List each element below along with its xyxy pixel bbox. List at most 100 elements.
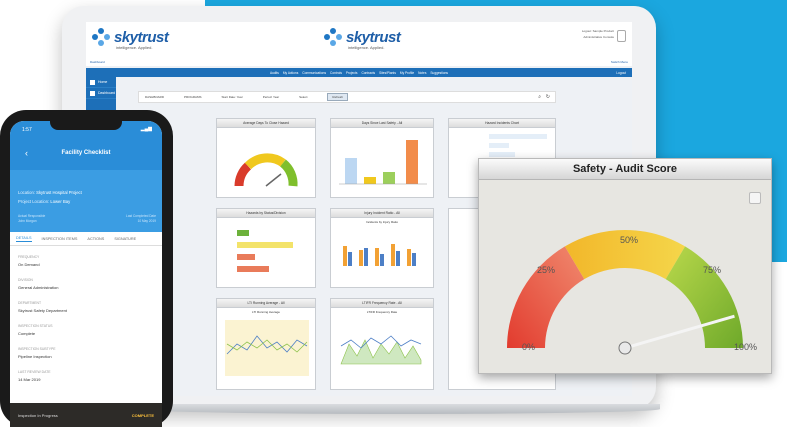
nav-item[interactable]: Projects bbox=[346, 71, 358, 75]
panel-title: Hazards by Status/Division bbox=[217, 209, 315, 218]
sidebar-item-home[interactable]: Home bbox=[86, 77, 116, 88]
gauge-label: 25% bbox=[537, 265, 555, 275]
field-review-date: LAST REVIEW DATE 14 Mar 2019 bbox=[18, 370, 50, 382]
responsible-block: Actual Responsible John Morgan bbox=[18, 214, 45, 224]
nav-item[interactable]: Audits bbox=[270, 71, 279, 75]
dashboard-icon bbox=[90, 90, 95, 96]
panel-hazards-by-status: Hazards by Status/Division bbox=[216, 208, 316, 288]
lti-line-chart bbox=[225, 320, 309, 376]
field-frequency: FREQUENCY On Demand bbox=[18, 255, 40, 267]
gauge-label: 75% bbox=[703, 265, 721, 275]
panel-title: Hazard Incidents Chart bbox=[449, 119, 555, 128]
mini-gauge-chart bbox=[234, 153, 298, 187]
gauge-label: 100% bbox=[734, 342, 757, 352]
nav-item[interactable]: Notes bbox=[418, 71, 426, 75]
project-value: Lower Bay bbox=[50, 199, 71, 204]
field-subtype: INSPECTION SUBTYPE Pipeline Inspection bbox=[18, 347, 56, 359]
nav-item[interactable]: Suggestions bbox=[430, 71, 448, 75]
hazards-hbar-chart bbox=[237, 230, 293, 272]
phone-header: ‹ Facility Checklist bbox=[10, 136, 162, 170]
field-label: INSPECTION SUBTYPE bbox=[18, 347, 56, 351]
field-label: INSPECTION STATUS bbox=[18, 324, 53, 328]
panel-title: Injury Incident Ratio - All bbox=[331, 209, 433, 218]
phone-notch bbox=[50, 121, 122, 130]
field-department: DEPARTMENT Skytrust Safety Department bbox=[18, 301, 67, 313]
ltifr-area-chart bbox=[340, 335, 422, 365]
filter-select[interactable]: Select bbox=[299, 95, 307, 99]
filter-bar: DASHBOARD PROGRAMS Start Date: Year Peri… bbox=[138, 91, 556, 103]
tab-details[interactable]: DETAILS bbox=[16, 236, 32, 242]
field-label: LAST REVIEW DATE bbox=[18, 370, 51, 374]
brand-name: skytrust bbox=[114, 28, 169, 46]
days-since-bar-chart bbox=[339, 140, 427, 185]
nav-item[interactable]: Communications bbox=[302, 71, 326, 75]
project-label: Project Location: bbox=[18, 199, 50, 204]
field-value: General Administration bbox=[18, 285, 59, 290]
field-label: FREQUENCY bbox=[18, 255, 40, 259]
app-header: skytrust intelligence. Applied. skytrust… bbox=[86, 22, 632, 66]
user-line[interactable]: Administrative Console bbox=[582, 34, 614, 40]
audit-score-title: Safety - Audit Score bbox=[479, 159, 771, 180]
nav-item[interactable]: Controls bbox=[330, 71, 342, 75]
field-value: Pipeline Inspection bbox=[18, 354, 52, 359]
user-info: Logout: Sample Product Administrative Co… bbox=[582, 28, 614, 40]
sidebar-item-label: Home bbox=[98, 80, 108, 84]
logo-mark-icon bbox=[92, 28, 110, 46]
location-value: Skytrust Hospital Project bbox=[36, 190, 82, 195]
field-label: DIVISION bbox=[18, 278, 33, 282]
laptop-base bbox=[140, 404, 660, 414]
phone-frame: 1:57 ▂▄▆ ‹ Facility Checklist Location: … bbox=[0, 110, 173, 427]
completed-value: 10 May 2019 bbox=[137, 219, 156, 223]
panel-title: LTIFR Frequency Rate - All bbox=[331, 299, 433, 308]
audit-score-gauge: 0% 25% 50% 75% 100% bbox=[507, 230, 757, 355]
field-division: DIVISION General Administration bbox=[18, 278, 58, 290]
gauge-label: 0% bbox=[522, 342, 535, 352]
logout-link[interactable]: Logout bbox=[616, 71, 626, 75]
filter-dashboard[interactable]: DASHBOARD bbox=[145, 95, 164, 99]
switch-menu-link[interactable]: Switch Menu bbox=[611, 60, 628, 64]
filter-programs[interactable]: PROGRAMS bbox=[184, 95, 202, 99]
home-icon bbox=[90, 79, 95, 85]
search-icon[interactable]: ⌕ bbox=[538, 94, 541, 100]
responsible-value: John Morgan bbox=[18, 219, 37, 223]
field-status: INSPECTION STATUS Complete bbox=[18, 324, 53, 336]
panel-menu-icon[interactable] bbox=[749, 192, 761, 204]
panel-lti-running: LTI Running Average - All LTI Running Av… bbox=[216, 298, 316, 390]
completed-block: Last Completed Date 10 May 2019 bbox=[126, 214, 156, 224]
complete-button[interactable]: COMPLETE bbox=[132, 413, 154, 418]
gauge-label: 50% bbox=[620, 235, 638, 245]
footer-status: Inspection In Progress bbox=[18, 413, 58, 418]
sidebar-item-label: Dashboard bbox=[98, 91, 116, 95]
filter-period[interactable]: Period: Year bbox=[263, 95, 279, 99]
tab-signature[interactable]: SIGNATURE bbox=[114, 237, 136, 241]
status-time: 1:57 bbox=[22, 127, 32, 133]
nav-item[interactable]: Sites/Plants bbox=[379, 71, 396, 75]
reload-icon[interactable]: ↻ bbox=[546, 94, 550, 100]
logo-mark-icon bbox=[324, 28, 342, 46]
filter-start-date[interactable]: Start Date: Year bbox=[222, 95, 243, 99]
brand-logo-center: skytrust intelligence. Applied. bbox=[324, 28, 401, 50]
tab-inspection-items[interactable]: INSPECTION ITEMS bbox=[42, 237, 78, 241]
lock-icon[interactable] bbox=[617, 30, 626, 42]
phone-screen: 1:57 ▂▄▆ ‹ Facility Checklist Location: … bbox=[10, 121, 162, 427]
panel-title: Average Days To Close Hazard bbox=[217, 119, 315, 128]
gauge-needle-hub bbox=[618, 341, 632, 355]
tab-actions[interactable]: ACTIONS bbox=[87, 237, 104, 241]
field-value: Skytrust Safety Department bbox=[18, 308, 67, 313]
panel-ltifr: LTIFR Frequency Rate - All LTIFR Frequen… bbox=[330, 298, 434, 390]
dashboard-link[interactable]: Dashboard bbox=[90, 60, 105, 64]
panel-injury-ratio: Injury Incident Ratio - All Incidents by… bbox=[330, 208, 434, 288]
nav-item[interactable]: My Actions bbox=[283, 71, 298, 75]
nav-item[interactable]: My Profile bbox=[400, 71, 414, 75]
sidebar-item-dashboard[interactable]: Dashboard bbox=[86, 88, 116, 99]
nav-item[interactable]: Contracts bbox=[361, 71, 375, 75]
brand-tagline: intelligence. Applied. bbox=[348, 45, 385, 50]
brand-name: skytrust bbox=[346, 28, 401, 46]
field-value: Complete bbox=[18, 331, 36, 336]
brand-logo-left[interactable]: skytrust intelligence. Applied. bbox=[92, 28, 169, 50]
location-row: Location: Skytrust Hospital Project bbox=[18, 190, 82, 195]
marketing-composite: skytrust intelligence. Applied. skytrust… bbox=[0, 0, 787, 427]
phone-footer: Inspection In Progress COMPLETE bbox=[10, 403, 162, 427]
refresh-button[interactable]: Refresh bbox=[327, 93, 348, 101]
project-row: Project Location: Lower Bay bbox=[18, 199, 70, 204]
